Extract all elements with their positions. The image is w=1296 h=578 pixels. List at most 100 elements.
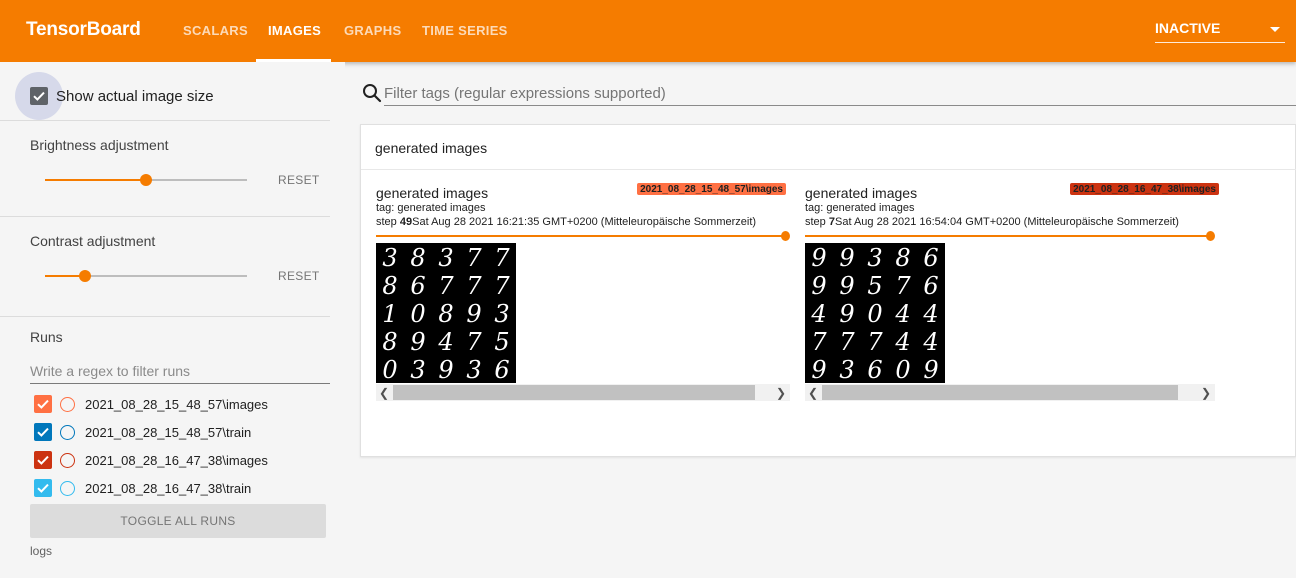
digit-cell: 0 xyxy=(382,356,397,383)
digit-cell: 9 xyxy=(811,244,826,272)
digit-cell: 3 xyxy=(867,244,882,272)
horizontal-scrollbar[interactable]: ❮ ❯ xyxy=(376,384,790,401)
divider xyxy=(0,216,330,217)
tab-time-series[interactable]: TIME SERIES xyxy=(422,23,508,38)
digit-cell: 7 xyxy=(811,328,827,356)
digit-cell: 3 xyxy=(438,244,453,272)
generated-image: 3 8 3 7 78 6 7 7 71 0 8 9 38 9 4 7 50 3 9 3 6 xyxy=(376,243,516,383)
step-slider-thumb[interactable] xyxy=(1206,231,1215,241)
digit-cell: 4 xyxy=(922,300,938,328)
digit-cell: 0 xyxy=(895,356,910,383)
scrollbar-thumb[interactable] xyxy=(393,385,755,400)
plugin-select[interactable]: INACTIVE xyxy=(1155,20,1285,43)
tab-scalars[interactable]: SCALARS xyxy=(183,23,248,38)
tag-group-panel: generated images generated images 2021_0… xyxy=(360,124,1296,457)
step-prefix: step xyxy=(805,216,829,228)
card-title: generated images xyxy=(376,185,489,201)
digit-cell: 7 xyxy=(895,272,911,300)
sidebar: Show actual image size Brightness adjust… xyxy=(0,62,345,578)
digit-cell: 9 xyxy=(811,356,826,383)
digit-cell: 8 xyxy=(410,244,425,272)
digit-cell: 8 xyxy=(382,328,397,356)
digit-cell: 6 xyxy=(923,272,938,300)
runs-title: Runs xyxy=(30,329,63,345)
run-item[interactable]: 2021_08_28_15_48_57\train xyxy=(34,422,334,444)
image-card: generated images 2021_08_28_16_47_38\ima… xyxy=(805,183,1219,405)
step-slider-thumb[interactable] xyxy=(781,231,790,241)
toggle-all-runs-button[interactable]: TOGGLE ALL RUNS xyxy=(30,504,326,538)
card-tag: tag: generated images xyxy=(376,202,486,214)
run-checkbox[interactable] xyxy=(34,479,52,497)
run-color-picker[interactable] xyxy=(60,453,75,468)
horizontal-scrollbar[interactable]: ❮ ❯ xyxy=(805,384,1215,401)
run-color-picker[interactable] xyxy=(60,425,75,440)
contrast-reset-button[interactable]: RESET xyxy=(278,269,320,283)
run-name: 2021_08_28_15_48_57\train xyxy=(85,425,252,440)
brightness-slider-thumb[interactable] xyxy=(140,174,152,186)
digit-cell: 4 xyxy=(437,328,453,356)
chevron-right-icon[interactable]: ❯ xyxy=(776,386,786,400)
logdir-label: logs xyxy=(30,544,53,558)
digit-cell: 9 xyxy=(839,244,854,272)
app-title: TensorBoard xyxy=(26,19,141,40)
run-item[interactable]: 2021_08_28_15_48_57\images xyxy=(34,394,334,416)
run-checkbox[interactable] xyxy=(34,423,52,441)
divider xyxy=(361,169,1296,170)
show-actual-size-label: Show actual image size xyxy=(56,88,214,105)
tag-filter-input[interactable] xyxy=(384,82,1296,106)
tab-graphs[interactable]: GRAPHS xyxy=(344,23,401,38)
digit-cell: 4 xyxy=(894,300,910,328)
check-icon xyxy=(37,483,49,493)
card-step-info: step 7Sat Aug 28 2021 16:54:04 GMT+0200 … xyxy=(805,216,1179,228)
digit-cell: 6 xyxy=(410,272,425,300)
digit-cell: 7 xyxy=(466,244,482,272)
digit-cell: 9 xyxy=(839,300,854,328)
check-icon xyxy=(37,399,49,409)
step-slider[interactable] xyxy=(376,231,790,241)
run-checkbox[interactable] xyxy=(34,451,52,469)
contrast-slider-thumb[interactable] xyxy=(79,270,92,282)
digit-cell: 3 xyxy=(466,356,481,383)
digit-cell: 5 xyxy=(494,328,509,356)
step-slider[interactable] xyxy=(805,231,1215,241)
show-actual-size-checkbox[interactable] xyxy=(30,87,48,105)
caret-down-icon xyxy=(1270,27,1280,32)
digit-cell: 6 xyxy=(923,244,938,272)
run-color-picker[interactable] xyxy=(60,481,75,496)
run-checkbox[interactable] xyxy=(34,395,52,413)
digit-cell: 8 xyxy=(438,300,453,328)
scrollbar-thumb[interactable] xyxy=(822,385,1178,400)
divider xyxy=(0,120,330,121)
chevron-left-icon[interactable]: ❮ xyxy=(379,386,389,400)
check-icon xyxy=(37,455,49,465)
digit-cell: 4 xyxy=(922,328,938,356)
digit-cell: 3 xyxy=(839,356,854,383)
run-badge: 2021_08_28_15_48_57\images xyxy=(637,183,786,195)
digit-cell: 7 xyxy=(494,272,510,300)
digit-cell: 3 xyxy=(494,300,509,328)
digit-cell: 3 xyxy=(382,244,397,272)
run-name: 2021_08_28_15_48_57\images xyxy=(85,397,268,412)
runs-filter-input[interactable] xyxy=(30,359,330,384)
plugin-select-value: INACTIVE xyxy=(1155,20,1221,36)
brightness-slider[interactable] xyxy=(45,174,247,186)
step-number: 49 xyxy=(399,216,413,228)
brightness-reset-button[interactable]: RESET xyxy=(278,173,320,187)
digit-cell: 6 xyxy=(867,356,882,383)
chevron-left-icon[interactable]: ❮ xyxy=(808,386,818,400)
digit-cell: 5 xyxy=(867,272,882,300)
contrast-label: Contrast adjustment xyxy=(30,233,156,249)
chevron-right-icon[interactable]: ❯ xyxy=(1201,386,1211,400)
run-color-picker[interactable] xyxy=(60,397,75,412)
run-item[interactable]: 2021_08_28_16_47_38\images xyxy=(34,450,334,472)
run-item[interactable]: 2021_08_28_16_47_38\train xyxy=(34,478,334,500)
brightness-slider-fill xyxy=(45,179,146,181)
divider xyxy=(0,316,330,317)
digit-cell: 8 xyxy=(895,244,910,272)
contrast-slider[interactable] xyxy=(45,270,247,282)
digit-cell: 9 xyxy=(466,300,481,328)
digit-cell: 6 xyxy=(494,356,509,383)
tab-images[interactable]: IMAGES xyxy=(268,23,321,38)
step-prefix: step xyxy=(376,216,400,228)
run-name: 2021_08_28_16_47_38\train xyxy=(85,481,252,496)
